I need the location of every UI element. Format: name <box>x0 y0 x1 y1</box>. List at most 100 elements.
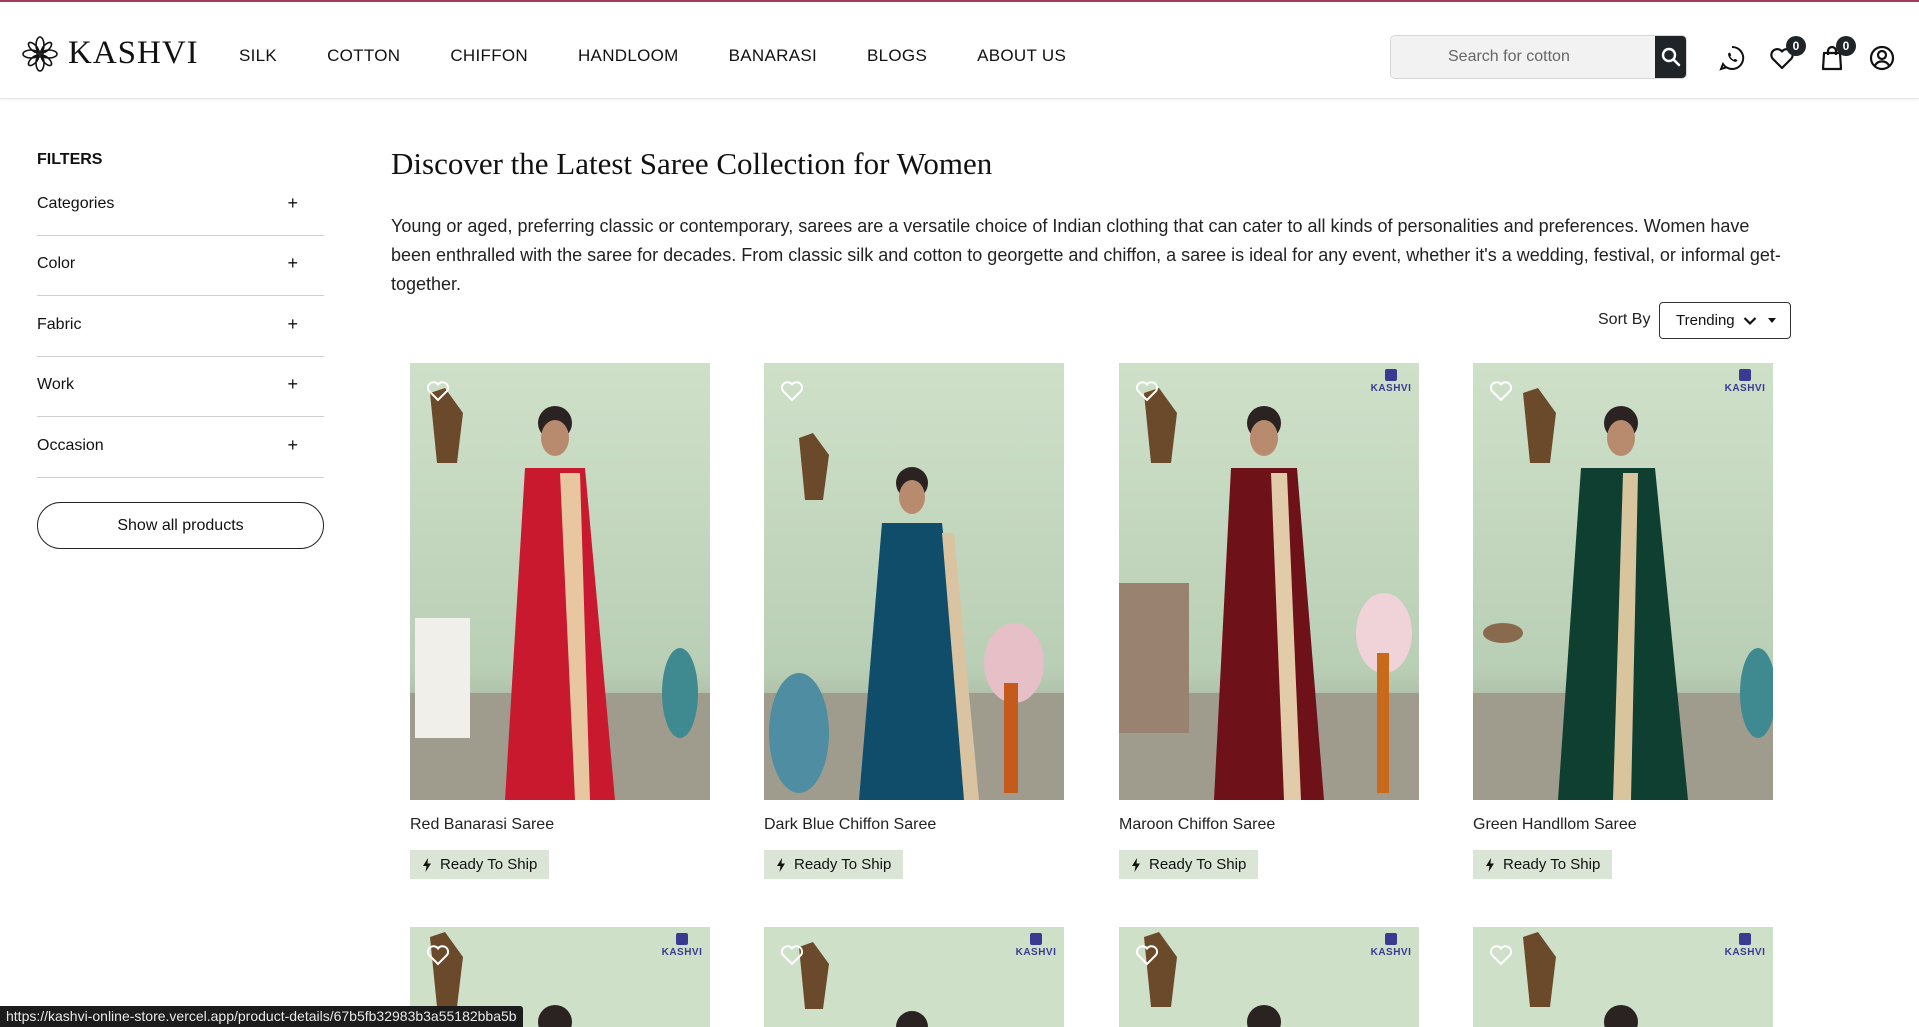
expand-plus-icon[interactable]: + <box>287 314 298 335</box>
search-input[interactable] <box>1391 36 1655 78</box>
product-name[interactable]: Green Handllom Saree <box>1473 816 1773 834</box>
badge-label: Ready To Ship <box>1503 856 1601 873</box>
nav-banarasi[interactable]: BANARASI <box>729 46 817 66</box>
ready-to-ship-badge: Ready To Ship <box>764 850 904 879</box>
product-image[interactable]: KASHVI <box>764 927 1064 1027</box>
badge-label: Ready To Ship <box>1149 856 1247 873</box>
product-card[interactable]: KASHVI <box>1119 927 1419 1027</box>
wishlist-heart-icon[interactable] <box>1487 941 1515 969</box>
product-card[interactable]: KASHVI <box>764 927 1064 1027</box>
search-bar <box>1390 35 1687 79</box>
filter-fabric[interactable]: Fabric + <box>37 297 324 357</box>
brand-watermark-mark <box>1739 933 1751 945</box>
brand-watermark: KASHVI <box>1369 369 1413 403</box>
show-all-products-button[interactable]: Show all products <box>37 502 324 549</box>
whatsapp-icon[interactable] <box>1718 44 1746 72</box>
saree-photo <box>764 363 1064 800</box>
expand-plus-icon[interactable]: + <box>287 193 298 214</box>
brand-watermark-mark <box>1385 933 1397 945</box>
brand-watermark-text: KASHVI <box>1724 947 1766 958</box>
brand-watermark-mark <box>676 933 688 945</box>
brand-watermark: KASHVI <box>1723 369 1767 403</box>
brand-watermark-text: KASHVI <box>1015 947 1057 958</box>
sort-dropdown[interactable]: Trending <box>1659 302 1791 339</box>
filter-occasion[interactable]: Occasion + <box>37 418 324 478</box>
product-card[interactable]: Red Banarasi Saree Ready To Ship <box>410 363 710 879</box>
brand-watermark-mark <box>1385 369 1397 381</box>
expand-plus-icon[interactable]: + <box>287 374 298 395</box>
product-image[interactable]: KASHVI <box>1473 363 1773 800</box>
nav-cotton[interactable]: COTTON <box>327 46 400 66</box>
product-image[interactable]: KASHVI <box>1119 927 1419 1027</box>
filter-work[interactable]: Work + <box>37 357 324 417</box>
flower-logo-icon <box>22 35 58 72</box>
search-button[interactable] <box>1655 36 1686 78</box>
product-card[interactable]: KASHVI <box>1473 927 1773 1027</box>
product-name[interactable]: Dark Blue Chiffon Saree <box>764 816 1064 834</box>
badge-label: Ready To Ship <box>794 856 892 873</box>
wishlist-heart-icon[interactable] <box>1133 377 1161 405</box>
brand-watermark-text: KASHVI <box>661 947 703 958</box>
filter-label: Occasion <box>37 437 104 454</box>
filters-title: FILTERS <box>37 151 103 168</box>
wishlist-heart-icon[interactable] <box>1487 377 1515 405</box>
product-card[interactable]: KASHVI Maroon Chiffon Saree Ready To Shi… <box>1119 363 1419 879</box>
filter-label: Color <box>37 255 76 272</box>
wishlist-heart-icon[interactable] <box>778 941 806 969</box>
lightning-icon <box>1486 857 1494 872</box>
expand-plus-icon[interactable]: + <box>287 435 298 456</box>
ready-to-ship-badge: Ready To Ship <box>1119 850 1259 879</box>
filter-label: Categories <box>37 195 115 212</box>
brand-watermark: KASHVI <box>1369 933 1413 967</box>
brand-watermark-text: KASHVI <box>1370 383 1412 394</box>
ready-to-ship-badge: Ready To Ship <box>1473 850 1613 879</box>
sort-label: Sort By <box>1598 311 1651 328</box>
link-status-bar: https://kashvi-online-store.vercel.app/p… <box>0 1006 523 1027</box>
product-name[interactable]: Maroon Chiffon Saree <box>1119 816 1419 834</box>
wishlist-heart-icon[interactable] <box>424 377 452 405</box>
product-image[interactable]: KASHVI <box>1119 363 1419 800</box>
brand-watermark-text: KASHVI <box>1724 383 1766 394</box>
filter-label: Work <box>37 376 75 393</box>
page-title: Discover the Latest Saree Collection for… <box>391 146 993 181</box>
cart-count-badge: 0 <box>1836 36 1856 56</box>
expand-plus-icon[interactable]: + <box>287 253 298 274</box>
brand-name: KASHVI <box>68 35 199 71</box>
cart-icon[interactable]: 0 <box>1818 36 1856 72</box>
wishlist-count-badge: 0 <box>1786 36 1806 56</box>
brand-watermark: KASHVI <box>660 933 704 967</box>
nav-silk[interactable]: SILK <box>239 46 277 66</box>
wishlist-heart-icon[interactable] <box>1133 941 1161 969</box>
lightning-icon <box>423 857 431 872</box>
product-image[interactable]: KASHVI <box>1473 927 1773 1027</box>
account-icon[interactable] <box>1868 44 1896 72</box>
product-name[interactable]: Red Banarasi Saree <box>410 816 710 834</box>
wishlist-heart-icon[interactable] <box>424 941 452 969</box>
main-nav: SILK COTTON CHIFFON HANDLOOM BANARASI BL… <box>239 46 1116 66</box>
nav-about-us[interactable]: ABOUT US <box>977 46 1066 66</box>
filter-categories[interactable]: Categories + <box>37 176 324 236</box>
search-icon <box>1661 47 1680 67</box>
product-card[interactable]: KASHVI Green Handllom Saree Ready To Shi… <box>1473 363 1773 879</box>
nav-handloom[interactable]: HANDLOOM <box>578 46 679 66</box>
collection-intro: Young or aged, preferring classic or con… <box>391 216 1781 294</box>
filter-color[interactable]: Color + <box>37 236 324 296</box>
sort-value: Trending <box>1676 312 1735 329</box>
wishlist-heart-icon[interactable] <box>778 377 806 405</box>
dropdown-caret-icon <box>1768 318 1776 323</box>
site-header: KASHVI SILK COTTON CHIFFON HANDLOOM BANA… <box>0 2 1919 99</box>
lightning-icon <box>1132 857 1140 872</box>
product-image[interactable] <box>410 363 710 800</box>
saree-photo <box>1119 363 1419 800</box>
badge-label: Ready To Ship <box>440 856 538 873</box>
wishlist-icon[interactable]: 0 <box>1768 36 1806 72</box>
product-card[interactable]: Dark Blue Chiffon Saree Ready To Ship <box>764 363 1064 879</box>
nav-chiffon[interactable]: CHIFFON <box>450 46 528 66</box>
chevron-down-icon <box>1743 316 1756 325</box>
nav-blogs[interactable]: BLOGS <box>867 46 927 66</box>
brand-logo[interactable]: KASHVI <box>22 35 199 72</box>
brand-watermark-mark <box>1739 369 1751 381</box>
lightning-icon <box>777 857 785 872</box>
filter-label: Fabric <box>37 316 82 333</box>
product-image[interactable] <box>764 363 1064 800</box>
